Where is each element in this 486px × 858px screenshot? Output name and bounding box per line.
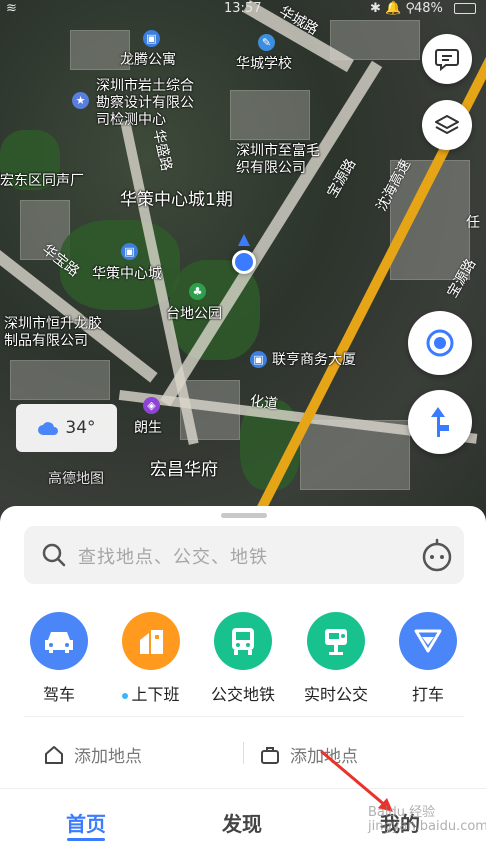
annotation-arrow-icon xyxy=(320,750,393,812)
watermark: Baidu 经验 jingyan.baidu.com xyxy=(368,805,486,834)
